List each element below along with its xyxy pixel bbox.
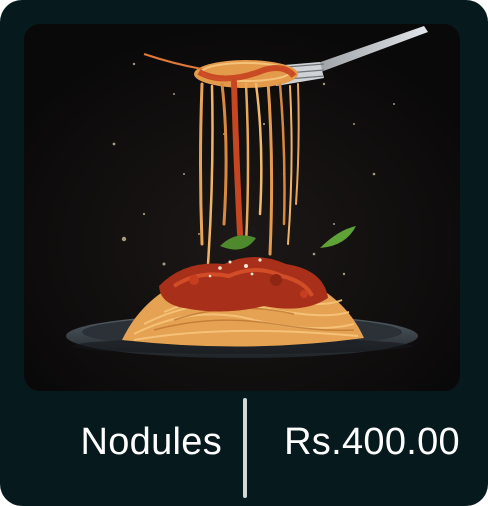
product-name: Nodules bbox=[80, 421, 222, 463]
product-image[interactable] bbox=[24, 24, 460, 391]
product-card[interactable]: Nodules Rs.400.00 bbox=[0, 0, 488, 506]
divider bbox=[243, 398, 247, 498]
spaghetti-illustration bbox=[24, 24, 460, 391]
product-price: Rs.400.00 bbox=[284, 421, 460, 463]
